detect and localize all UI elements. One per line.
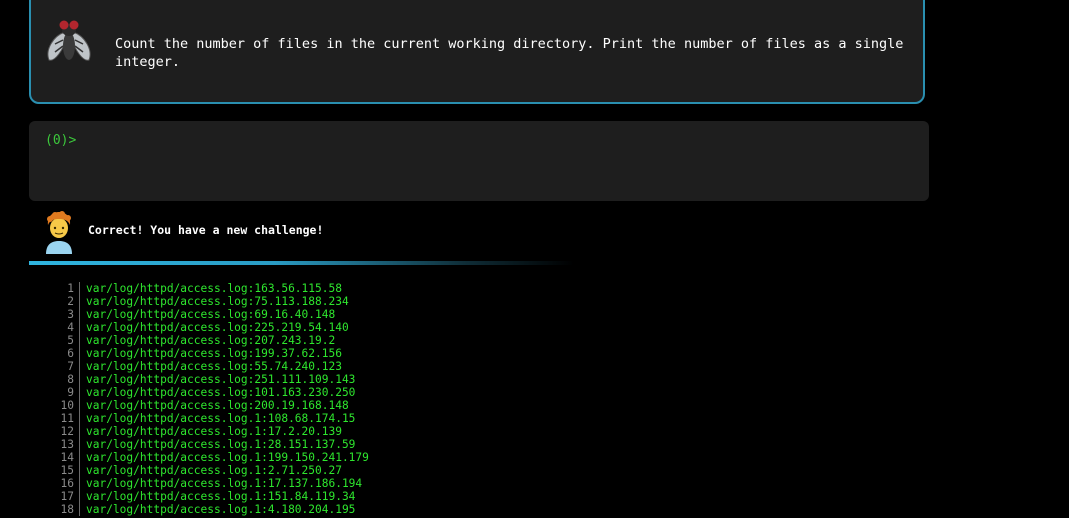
output-line: 9 var/log/httpd/access.log:101.163.230.25… — [56, 386, 369, 399]
line-text: var/log/httpd/access.log.1:17.137.186.19… — [86, 477, 363, 490]
line-number: 15 — [56, 464, 80, 477]
challenge-card: Count the number of files in the current… — [29, 0, 925, 104]
line-number: 17 — [56, 490, 80, 503]
output-line: 16 var/log/httpd/access.log.1:17.137.186.… — [56, 477, 369, 490]
line-number: 9 — [56, 386, 80, 399]
line-number: 12 — [56, 425, 80, 438]
output-line: 13 var/log/httpd/access.log.1:28.151.137.… — [56, 438, 369, 451]
output-line: 18 var/log/httpd/access.log.1:4.180.204.1… — [56, 503, 369, 516]
line-text: var/log/httpd/access.log.1:2.71.250.27 — [86, 464, 342, 477]
line-text: var/log/httpd/access.log:199.37.62.156 — [86, 347, 342, 360]
output-line: 5 var/log/httpd/access.log:207.243.19.2 — [56, 334, 369, 347]
command-output: 1 var/log/httpd/access.log:163.56.115.58 2… — [56, 282, 369, 516]
person-avatar-icon — [46, 211, 72, 254]
divider — [29, 261, 574, 265]
line-number: 16 — [56, 477, 80, 490]
line-number: 7 — [56, 360, 80, 373]
output-line: 10 var/log/httpd/access.log:200.19.168.14… — [56, 399, 369, 412]
output-line: 2 var/log/httpd/access.log:75.113.188.234 — [56, 295, 369, 308]
line-text: var/log/httpd/access.log:163.56.115.58 — [86, 282, 342, 295]
output-line: 1 var/log/httpd/access.log:163.56.115.58 — [56, 282, 369, 295]
line-text: var/log/httpd/access.log.1:199.150.241.1… — [86, 451, 369, 464]
output-line: 11 var/log/httpd/access.log.1:108.68.174.… — [56, 412, 369, 425]
line-text: var/log/httpd/access.log.1:151.84.119.34 — [86, 490, 356, 503]
line-number: 3 — [56, 308, 80, 321]
line-text: var/log/httpd/access.log.1:108.68.174.15 — [86, 412, 356, 425]
terminal-input-area[interactable]: (0)> — [29, 121, 929, 201]
feedback-message: Correct! You have a new challenge! — [88, 223, 324, 237]
line-number: 10 — [56, 399, 80, 412]
line-text: var/log/httpd/access.log.1:17.2.20.139 — [86, 425, 342, 438]
line-number: 13 — [56, 438, 80, 451]
line-text: var/log/httpd/access.log:200.19.168.148 — [86, 399, 349, 412]
line-text: var/log/httpd/access.log:75.113.188.234 — [86, 295, 349, 308]
line-number: 8 — [56, 373, 80, 386]
line-number: 1 — [56, 282, 80, 295]
line-number: 11 — [56, 412, 80, 425]
output-line: 17 var/log/httpd/access.log.1:151.84.119.… — [56, 490, 369, 503]
output-line: 3 var/log/httpd/access.log:69.16.40.148 — [56, 308, 369, 321]
line-text: var/log/httpd/access.log:55.74.240.123 — [86, 360, 342, 373]
line-number: 14 — [56, 451, 80, 464]
line-text: var/log/httpd/access.log:101.163.230.250 — [86, 386, 356, 399]
line-number: 6 — [56, 347, 80, 360]
output-line: 6 var/log/httpd/access.log:199.37.62.156 — [56, 347, 369, 360]
challenge-text: Count the number of files in the current… — [115, 36, 904, 70]
output-line: 4 var/log/httpd/access.log:225.219.54.140 — [56, 321, 369, 334]
output-line: 7 var/log/httpd/access.log:55.74.240.123 — [56, 360, 369, 373]
output-line: 15 var/log/httpd/access.log.1:2.71.250.27 — [56, 464, 369, 477]
line-number: 2 — [56, 295, 80, 308]
output-line: 8 var/log/httpd/access.log:251.111.109.14… — [56, 373, 369, 386]
line-text: var/log/httpd/access.log:69.16.40.148 — [86, 308, 336, 321]
output-line: 12 var/log/httpd/access.log.1:17.2.20.139 — [56, 425, 369, 438]
fly-icon — [47, 20, 91, 61]
command-input[interactable] — [81, 131, 905, 153]
line-number: 18 — [56, 503, 80, 516]
shell-prompt: (0)> — [45, 133, 77, 148]
line-text: var/log/httpd/access.log:225.219.54.140 — [86, 321, 349, 334]
line-text: var/log/httpd/access.log.1:28.151.137.59 — [86, 438, 356, 451]
line-text: var/log/httpd/access.log:251.111.109.143 — [86, 373, 356, 386]
line-number: 4 — [56, 321, 80, 334]
output-line: 14 var/log/httpd/access.log.1:199.150.241… — [56, 451, 369, 464]
line-text: var/log/httpd/access.log.1:4.180.204.195 — [86, 503, 356, 516]
line-text: var/log/httpd/access.log:207.243.19.2 — [86, 334, 336, 347]
line-number: 5 — [56, 334, 80, 347]
